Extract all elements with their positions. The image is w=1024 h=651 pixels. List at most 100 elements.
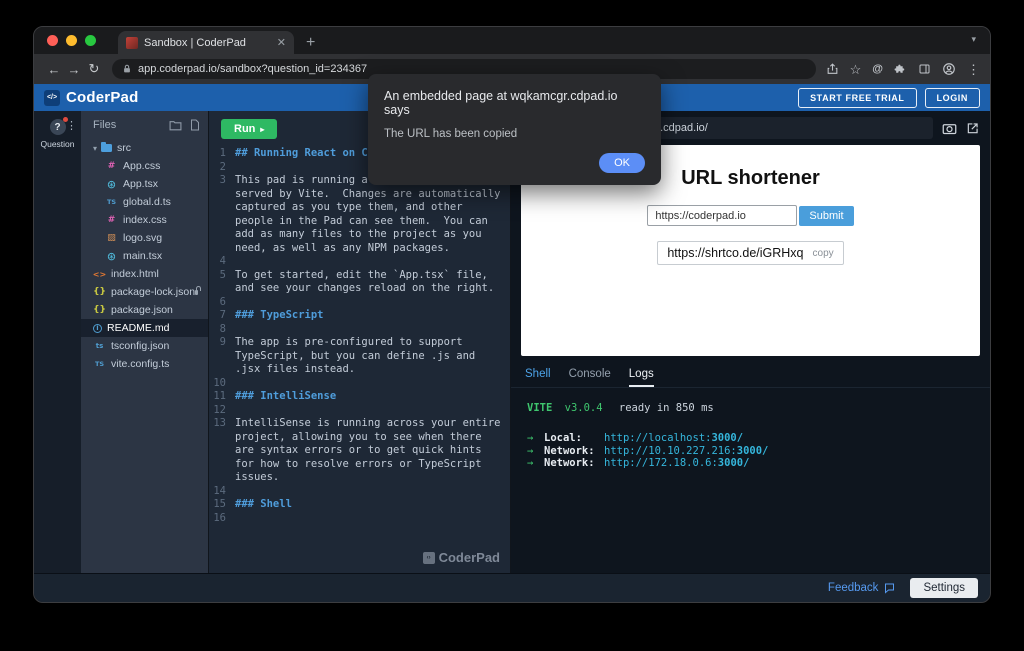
- lock-icon: [195, 290, 198, 295]
- line-number: 4: [209, 255, 235, 269]
- settings-button[interactable]: Settings: [910, 578, 978, 598]
- rail-menu-icon[interactable]: ⋮: [66, 119, 77, 132]
- editor-line[interactable]: 8: [209, 323, 510, 337]
- file-label: package.json: [111, 304, 173, 316]
- maximize-window-button[interactable]: [85, 35, 96, 46]
- react-icon: ⊛: [105, 178, 118, 191]
- tab-shell[interactable]: Shell: [525, 368, 551, 387]
- editor-line[interactable]: 10: [209, 377, 510, 391]
- editor-lines[interactable]: 1## Running React on CoderPad23This pad …: [209, 145, 510, 573]
- editor-line[interactable]: 5To get started, edit the `App.tsx` file…: [209, 269, 510, 296]
- profile-avatar-icon[interactable]: [942, 62, 956, 76]
- editor-line[interactable]: 6: [209, 296, 510, 310]
- submit-button[interactable]: Submit: [799, 206, 853, 226]
- bookmark-star-icon[interactable]: ☆: [850, 63, 862, 76]
- back-button[interactable]: ←: [44, 62, 64, 77]
- file-item-logo.svg[interactable]: ▨logo.svg: [81, 229, 208, 247]
- reload-button[interactable]: ↻: [84, 61, 104, 77]
- new-folder-button[interactable]: [169, 120, 182, 131]
- login-button[interactable]: LOGIN: [925, 88, 981, 108]
- new-tab-button[interactable]: +: [306, 35, 315, 51]
- tab-console[interactable]: Console: [569, 368, 611, 387]
- result-box[interactable]: https://shrtco.de/iGRHxq copy: [657, 241, 843, 265]
- file-label: package-lock.json: [111, 286, 195, 298]
- dialog-ok-button[interactable]: OK: [599, 153, 645, 173]
- tab-search-chevron-icon[interactable]: ▾: [971, 34, 990, 54]
- coderpad-logo-icon: </>: [44, 90, 60, 106]
- line-number: 5: [209, 269, 235, 296]
- editor-line[interactable]: 12: [209, 404, 510, 418]
- toolbar-icons: ☆ @ ⋮: [824, 62, 980, 76]
- file-label: main.tsx: [123, 250, 162, 262]
- editor-line[interactable]: 15### Shell: [209, 498, 510, 512]
- chevron-down-icon: ▾: [93, 144, 97, 153]
- tsconfig-icon: ts: [93, 342, 106, 350]
- log-entries: →Local:http://localhost:3000/→Network:ht…: [527, 432, 990, 470]
- editor-line[interactable]: 7### TypeScript: [209, 309, 510, 323]
- minimize-window-button[interactable]: [66, 35, 77, 46]
- forward-button[interactable]: →: [64, 62, 84, 77]
- log-line: →Local:http://localhost:3000/: [527, 432, 990, 445]
- rail-question-label: Question: [40, 139, 74, 149]
- start-free-trial-button[interactable]: START FREE TRIAL: [798, 88, 916, 108]
- tab-close-icon[interactable]: ✕: [277, 36, 286, 49]
- editor-line[interactable]: 3This pad is running a React app that is…: [209, 174, 510, 255]
- copy-button[interactable]: copy: [813, 248, 834, 259]
- log-port: 3000/: [737, 445, 769, 457]
- coderpad-favicon-icon: [126, 37, 138, 49]
- log-label: Local:: [544, 432, 604, 445]
- file-tree: ▾src#App.css⊛App.tsxTSglobal.d.ts#index.…: [81, 137, 208, 573]
- editor-line[interactable]: 16: [209, 512, 510, 526]
- extensions-puzzle-icon[interactable]: [894, 63, 907, 76]
- browser-menu-icon[interactable]: ⋮: [967, 63, 980, 76]
- side-panel-icon[interactable]: [918, 63, 931, 75]
- file-item-global.d.ts[interactable]: TSglobal.d.ts: [81, 193, 208, 211]
- new-file-button[interactable]: [190, 119, 200, 131]
- file-item-README.md[interactable]: iREADME.md: [81, 319, 208, 337]
- file-item-package-lock.json[interactable]: {}package-lock.json: [81, 283, 208, 301]
- file-item-tsconfig.json[interactable]: tstsconfig.json: [81, 337, 208, 355]
- extension-at-icon[interactable]: @: [872, 64, 883, 75]
- vite-ready-line: VITE v3.0.4 ready in 850 ms: [527, 402, 990, 414]
- line-number: 1: [209, 147, 235, 161]
- log-url[interactable]: http://localhost:3000/: [604, 432, 743, 445]
- file-item-main.tsx[interactable]: ⊛main.tsx: [81, 247, 208, 265]
- run-button[interactable]: Run ▸: [221, 119, 277, 139]
- log-label: Network:: [544, 445, 604, 458]
- editor-line[interactable]: 14: [209, 485, 510, 499]
- close-window-button[interactable]: [47, 35, 58, 46]
- files-panel: Files ▾src#App.css⊛App.tsxTSglobal.d.ts#…: [81, 111, 209, 573]
- editor-line[interactable]: 11### IntelliSense: [209, 390, 510, 404]
- file-item-package.json[interactable]: {}package.json: [81, 301, 208, 319]
- open-external-icon[interactable]: [966, 121, 980, 135]
- tab-sandbox-coderpad[interactable]: Sandbox | CoderPad ✕: [118, 31, 294, 54]
- file-item-App.tsx[interactable]: ⊛App.tsx: [81, 175, 208, 193]
- status-bar: Feedback Settings: [34, 573, 990, 602]
- feedback-link[interactable]: Feedback: [828, 582, 897, 594]
- file-item-index.html[interactable]: <>index.html: [81, 265, 208, 283]
- log-url[interactable]: http://10.10.227.216:3000/: [604, 445, 768, 458]
- line-number: 15: [209, 498, 235, 512]
- folder-item-src[interactable]: ▾src: [81, 139, 208, 157]
- file-label: logo.svg: [123, 232, 162, 244]
- url-text: app.coderpad.io/sandbox?question_id=2343…: [138, 63, 367, 75]
- editor-line[interactable]: 13IntelliSense is running across your en…: [209, 417, 510, 485]
- url-input[interactable]: [647, 205, 797, 226]
- share-icon[interactable]: [826, 62, 839, 76]
- log-url[interactable]: http://172.18.0.6:3000/: [604, 457, 749, 470]
- line-number: 10: [209, 377, 235, 391]
- editor-line[interactable]: 9The app is pre-configured to support Ty…: [209, 336, 510, 377]
- line-number: 11: [209, 390, 235, 404]
- line-text: [235, 512, 510, 526]
- tab-logs[interactable]: Logs: [629, 368, 654, 387]
- file-item-vite.config.ts[interactable]: TSvite.config.ts: [81, 355, 208, 373]
- line-text: [235, 296, 510, 310]
- editor-line[interactable]: 4: [209, 255, 510, 269]
- line-text: [235, 255, 510, 269]
- screenshot-camera-icon[interactable]: [942, 122, 957, 135]
- file-item-App.css[interactable]: #App.css: [81, 157, 208, 175]
- question-icon[interactable]: ?: [50, 119, 66, 135]
- vite-version: v3.0.4: [565, 402, 603, 414]
- file-item-index.css[interactable]: #index.css: [81, 211, 208, 229]
- ts-icon: TS: [93, 360, 106, 368]
